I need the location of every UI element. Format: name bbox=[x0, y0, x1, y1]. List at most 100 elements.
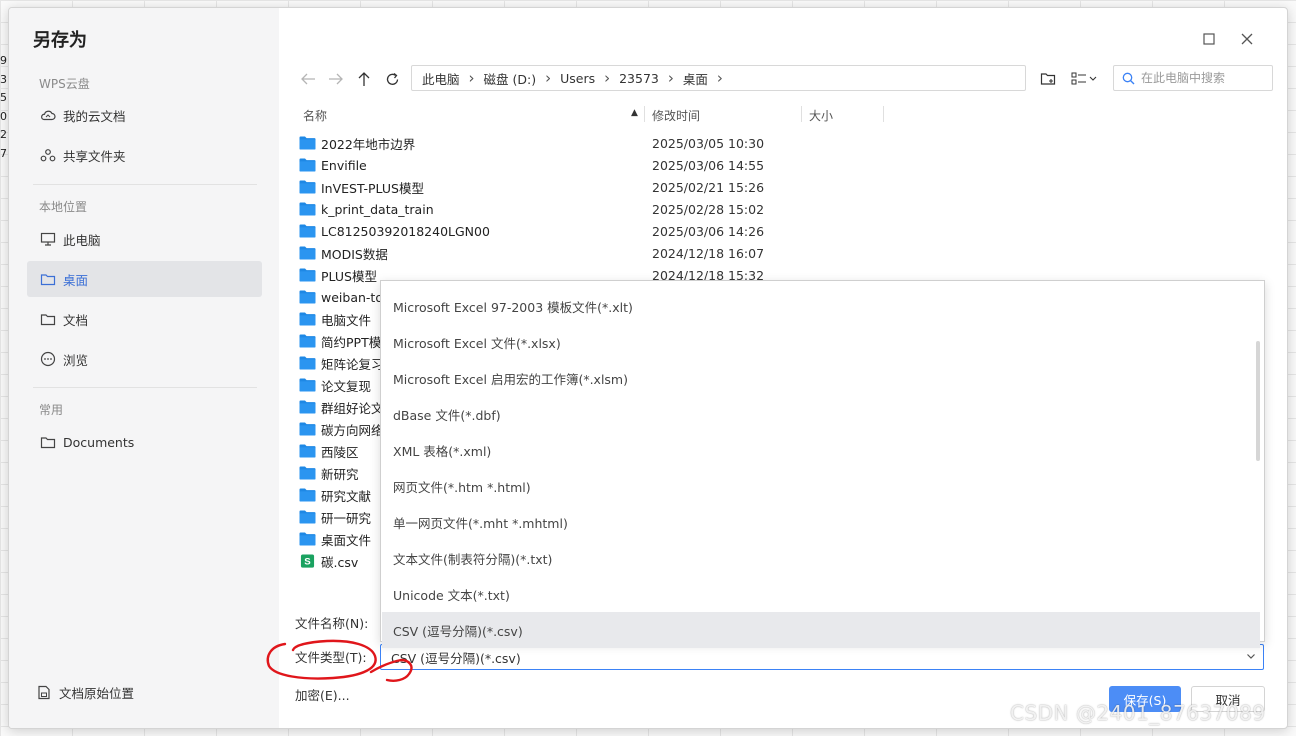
file-row[interactable]: Envifile 2025/03/06 14:55 bbox=[299, 154, 764, 176]
sidebar-item-label: 我的云文档 bbox=[63, 108, 126, 124]
file-name: 碳.csv bbox=[321, 554, 359, 570]
chevron-right-icon[interactable]: › bbox=[717, 69, 723, 87]
filetype-option[interactable]: Microsoft Excel 97-2003 模板文件(*.xlt) bbox=[382, 288, 1260, 324]
file-modified-date: 2025/02/28 15:02 bbox=[652, 201, 765, 217]
chevron-down-icon bbox=[1247, 654, 1255, 659]
address-bar[interactable]: 此电脑 › 磁盘 (D:) › Users › 23573 › 桌面 › bbox=[411, 65, 1026, 91]
up-button[interactable] bbox=[353, 68, 375, 90]
column-divider[interactable] bbox=[801, 106, 802, 122]
column-header-size[interactable]: 大小 bbox=[809, 107, 833, 124]
filetype-option[interactable]: Microsoft Excel 文件(*.xlsx) bbox=[382, 324, 1260, 360]
sidebar-item-cloud-docs[interactable]: 我的云文档 bbox=[27, 97, 262, 133]
maximize-button[interactable] bbox=[1199, 30, 1219, 50]
filetype-option[interactable]: 网页文件(*.htm *.html) bbox=[382, 468, 1260, 504]
sidebar-item-label: 桌面 bbox=[63, 272, 89, 288]
refresh-button[interactable] bbox=[381, 68, 403, 90]
folder-icon bbox=[299, 136, 316, 150]
filetype-option[interactable]: 单一网页文件(*.mht *.mhtml) bbox=[382, 504, 1260, 540]
file-name: 2022年地市边界 bbox=[321, 136, 416, 152]
breadcrumb-item[interactable]: 磁盘 (D:) bbox=[484, 69, 537, 88]
filetype-option[interactable]: 文本文件(制表符分隔)(*.txt) bbox=[382, 540, 1260, 576]
new-folder-icon bbox=[1040, 73, 1056, 85]
sidebar-divider bbox=[33, 184, 257, 185]
encrypt-link[interactable]: 加密(E)... bbox=[295, 685, 350, 704]
sidebar-item-documents-common[interactable]: Documents bbox=[27, 424, 262, 460]
arrow-left-icon bbox=[301, 73, 315, 85]
back-button[interactable] bbox=[297, 68, 319, 90]
filetype-option[interactable]: XML 表格(*.xml) bbox=[382, 432, 1260, 468]
more-icon bbox=[39, 351, 57, 367]
folder-icon bbox=[299, 180, 316, 194]
sidebar-item-this-pc[interactable]: 此电脑 bbox=[27, 221, 262, 257]
chevron-right-icon[interactable]: › bbox=[469, 69, 475, 87]
new-folder-button[interactable] bbox=[1037, 68, 1059, 90]
close-button[interactable] bbox=[1237, 30, 1257, 50]
file-row[interactable]: InVEST-PLUS模型 2025/02/21 15:26 bbox=[299, 176, 764, 198]
file-name-cell: k_print_data_train bbox=[299, 202, 639, 217]
file-name: InVEST-PLUS模型 bbox=[321, 180, 424, 196]
sidebar: 另存为 WPS云盘 我的云文档 共享文件夹 本地位置 此电脑 桌面 文档 浏览 … bbox=[9, 8, 279, 728]
file-modified-date: 2025/03/06 14:26 bbox=[652, 223, 765, 239]
filetype-option[interactable]: Unicode 文本(*.txt) bbox=[382, 576, 1260, 612]
search-icon bbox=[1122, 72, 1135, 84]
folder-icon bbox=[39, 311, 57, 327]
file-row[interactable]: LC81250392018240LGN00 2025/03/06 14:26 bbox=[299, 220, 764, 242]
share-icon bbox=[39, 147, 57, 163]
folder-icon bbox=[299, 532, 316, 546]
filename-label: 文件名称(N): bbox=[295, 616, 369, 631]
file-name: Envifile bbox=[321, 157, 367, 173]
filetype-option[interactable]: CSV (逗号分隔)(*.csv) bbox=[382, 612, 1260, 648]
file-name: weiban-to bbox=[321, 289, 383, 305]
column-header-modified[interactable]: 修改时间 bbox=[652, 107, 700, 124]
search-box[interactable] bbox=[1113, 65, 1273, 91]
square-icon bbox=[1203, 33, 1215, 45]
breadcrumb-item[interactable]: 23573 bbox=[619, 71, 659, 86]
file-name: 矩阵论复习 bbox=[321, 356, 384, 372]
breadcrumb-item[interactable]: 桌面 bbox=[683, 69, 708, 88]
sidebar-item-label: 共享文件夹 bbox=[63, 148, 126, 164]
sidebar-item-shared-folder[interactable]: 共享文件夹 bbox=[27, 137, 262, 173]
original-location-link[interactable]: 文档原始位置 bbox=[37, 683, 134, 702]
breadcrumb-item[interactable]: 此电脑 bbox=[422, 69, 460, 88]
file-name-cell: LC81250392018240LGN00 bbox=[299, 224, 639, 239]
folder-icon bbox=[299, 378, 316, 392]
filetype-option[interactable]: Microsoft Excel 启用宏的工作簿(*.xlsm) bbox=[382, 360, 1260, 396]
file-name: 论文复现 bbox=[321, 378, 372, 394]
file-row[interactable]: k_print_data_train 2025/02/28 15:02 bbox=[299, 198, 764, 220]
document-icon bbox=[37, 685, 53, 701]
file-name: 新研究 bbox=[321, 466, 359, 482]
file-row[interactable]: 2022年地市边界 2025/03/05 10:30 bbox=[299, 132, 764, 154]
file-modified-date: 2025/03/06 14:55 bbox=[652, 157, 765, 173]
arrow-up-icon bbox=[358, 72, 370, 86]
sort-arrow-icon: ▲ bbox=[631, 108, 638, 118]
save-as-dialog: 另存为 WPS云盘 我的云文档 共享文件夹 本地位置 此电脑 桌面 文档 浏览 … bbox=[8, 7, 1288, 729]
file-row[interactable]: MODIS数据 2024/12/18 16:07 bbox=[299, 242, 764, 264]
sidebar-item-browse[interactable]: 浏览 bbox=[27, 341, 262, 377]
file-name: LC81250392018240LGN00 bbox=[321, 223, 490, 239]
chevron-right-icon[interactable]: › bbox=[545, 69, 551, 87]
file-name: 简约PPT模 bbox=[321, 334, 382, 350]
sidebar-item-desktop[interactable]: 桌面 bbox=[27, 261, 262, 297]
list-view-icon bbox=[1071, 72, 1097, 85]
spreadsheet-icon: S bbox=[299, 554, 316, 568]
column-header-name[interactable]: 名称 bbox=[303, 107, 327, 124]
folder-icon bbox=[299, 444, 316, 458]
breadcrumb-item[interactable]: Users bbox=[560, 71, 595, 86]
folder-icon bbox=[299, 422, 316, 436]
file-name: 研究文献 bbox=[321, 488, 372, 504]
column-divider[interactable] bbox=[644, 106, 645, 122]
sidebar-item-documents[interactable]: 文档 bbox=[27, 301, 262, 337]
filetype-option[interactable]: dBase 文件(*.dbf) bbox=[382, 396, 1260, 432]
folder-icon bbox=[299, 466, 316, 480]
chevron-right-icon[interactable]: › bbox=[668, 69, 674, 87]
sidebar-divider bbox=[33, 387, 257, 388]
file-name-cell: 2022年地市边界 bbox=[299, 134, 639, 153]
column-divider[interactable] bbox=[883, 106, 884, 122]
file-name: MODIS数据 bbox=[321, 246, 388, 262]
folder-icon bbox=[299, 334, 316, 348]
search-input[interactable] bbox=[1141, 71, 1269, 85]
forward-button[interactable] bbox=[325, 68, 347, 90]
folder-icon bbox=[299, 356, 316, 370]
chevron-right-icon[interactable]: › bbox=[604, 69, 610, 87]
view-mode-button[interactable] bbox=[1069, 68, 1101, 90]
